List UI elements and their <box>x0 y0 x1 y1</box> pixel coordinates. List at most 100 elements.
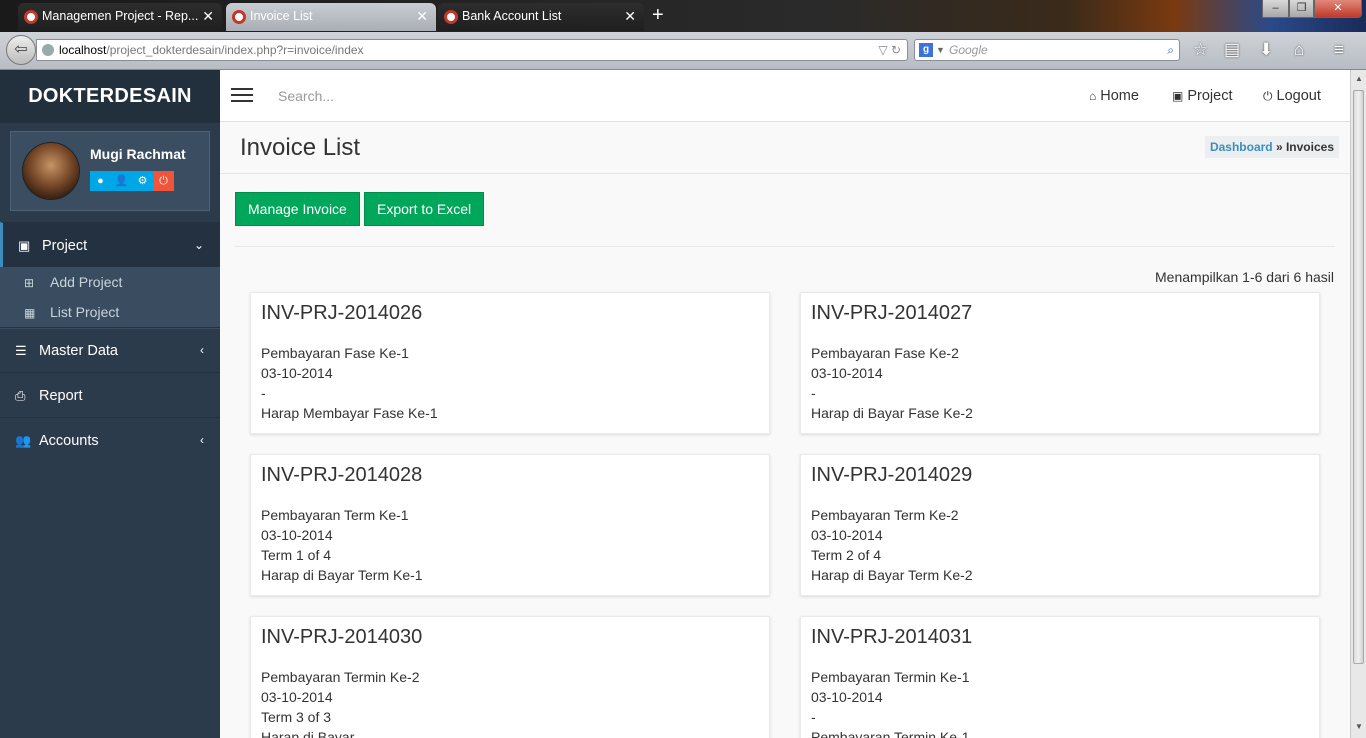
list-icon: ☰ <box>15 343 27 358</box>
sidebar-item-label: Accounts <box>39 433 99 449</box>
scroll-up-icon[interactable]: ▲ <box>1354 74 1364 83</box>
sidebar-item-report[interactable]: ⎙ Report <box>0 372 220 417</box>
tab-favicon-icon <box>24 10 38 24</box>
invoice-date: 03-10-2014 <box>261 689 333 705</box>
close-icon[interactable]: ✕ <box>624 3 636 30</box>
invoice-date: 03-10-2014 <box>261 365 333 381</box>
invoice-term: Term 1 of 4 <box>261 547 332 563</box>
archive-icon: ▣ <box>18 238 31 253</box>
sidebar-item-label: Master Data <box>39 343 118 359</box>
invoice-note: Harap Membayar Fase Ke-1 <box>261 405 438 421</box>
nav-logout-link[interactable]: ⏻ Logout <box>1263 70 1321 122</box>
sidebar-item-label: Report <box>39 388 83 404</box>
invoice-card[interactable]: INV-PRJ-2014030 Pembayaran Termin Ke-2 0… <box>250 616 770 738</box>
invoice-description: Pembayaran Fase Ke-2 <box>811 345 959 361</box>
invoice-code[interactable]: INV-PRJ-2014027 <box>811 301 1309 325</box>
invoice-code[interactable]: INV-PRJ-2014026 <box>261 301 759 325</box>
sidebar-item-accounts[interactable]: 👥 Accounts ‹ <box>0 417 220 462</box>
browser-tab[interactable]: Managemen Project - Rep... ✕ <box>18 3 222 31</box>
browser-tab[interactable]: Bank Account List ✕ <box>438 3 644 31</box>
gear-icon[interactable]: ⚙ <box>132 171 153 191</box>
breadcrumb-dashboard-link[interactable]: Dashboard <box>1210 140 1273 154</box>
menu-icon[interactable]: ≡ <box>1334 40 1344 60</box>
browser-search-bar[interactable]: g ▼ Google ⌕ <box>914 39 1180 61</box>
bookmarks-list-icon[interactable]: ▤ <box>1224 40 1240 60</box>
invoice-note: Harap di Bayar <box>261 729 355 738</box>
window-close-button[interactable]: ✕ <box>1314 0 1362 18</box>
page-scrollbar[interactable]: ▲ ▼ <box>1350 70 1366 738</box>
chevron-left-icon: ‹ <box>200 343 204 357</box>
invoice-code[interactable]: INV-PRJ-2014029 <box>811 463 1309 487</box>
power-icon[interactable]: ⏻ <box>153 171 174 191</box>
chevron-down-icon[interactable]: ▼ <box>936 40 945 60</box>
tab-favicon-icon <box>232 10 246 24</box>
scroll-down-icon[interactable]: ▼ <box>1354 722 1364 731</box>
breadcrumb: Dashboard » Invoices <box>1204 136 1339 158</box>
invoice-date: 03-10-2014 <box>811 365 883 381</box>
new-tab-button[interactable]: + <box>652 4 664 26</box>
app-logo[interactable]: DOKTERDESAIN <box>0 70 220 123</box>
breadcrumb-separator: » <box>1272 140 1286 154</box>
browser-search-placeholder: Google <box>949 43 988 57</box>
close-icon[interactable]: ✕ <box>416 3 428 30</box>
reload-icon[interactable]: ▽ ↻ <box>878 40 901 60</box>
home-icon[interactable]: ⌂ <box>1294 40 1304 60</box>
status-icon[interactable]: ● <box>90 171 111 191</box>
invoice-description: Pembayaran Termin Ke-1 <box>811 669 970 685</box>
close-icon[interactable]: ✕ <box>202 3 214 30</box>
search-icon[interactable]: ⌕ <box>1167 40 1174 60</box>
invoice-code[interactable]: INV-PRJ-2014031 <box>811 625 1309 649</box>
manage-invoice-button[interactable]: Manage Invoice <box>235 192 360 226</box>
breadcrumb-current: Invoices <box>1285 140 1334 154</box>
invoice-date: 03-10-2014 <box>811 527 883 543</box>
nav-project-link[interactable]: ▣ Project <box>1172 70 1232 122</box>
nav-project-label: Project <box>1187 88 1233 104</box>
invoice-card[interactable]: INV-PRJ-2014027 Pembayaran Fase Ke-2 03-… <box>800 292 1320 434</box>
invoice-card[interactable]: INV-PRJ-2014028 Pembayaran Term Ke-1 03-… <box>250 454 770 596</box>
sidebar-item-label: Add Project <box>50 274 123 290</box>
invoice-date: 03-10-2014 <box>261 527 333 543</box>
tab-title: Bank Account List <box>462 9 562 23</box>
address-bar[interactable]: localhost/project_dokterdesain/index.php… <box>36 39 908 61</box>
plus-square-icon: ⊞ <box>24 276 35 290</box>
invoice-code[interactable]: INV-PRJ-2014030 <box>261 625 759 649</box>
user-panel: Mugi Rachmat ● 👤 ⚙ ⏻ <box>10 131 210 211</box>
back-button[interactable]: ⇦ <box>6 35 36 65</box>
search-input[interactable] <box>276 84 576 108</box>
download-icon[interactable]: ⬇ <box>1259 40 1273 60</box>
sidebar-toggle-icon[interactable] <box>231 88 253 103</box>
sidebar-item-master-data[interactable]: ☰ Master Data ‹ <box>0 327 220 372</box>
browser-tab-active[interactable]: Invoice List ✕ <box>226 3 436 31</box>
invoice-description: Pembayaran Term Ke-1 <box>261 507 409 523</box>
invoice-term: - <box>811 709 816 725</box>
avatar <box>22 142 80 200</box>
content-header: Invoice List Dashboard » Invoices <box>220 122 1350 174</box>
users-icon: 👥 <box>15 433 32 448</box>
export-excel-button[interactable]: Export to Excel <box>364 192 485 226</box>
invoice-description: Pembayaran Term Ke-2 <box>811 507 959 523</box>
sidebar-item-project[interactable]: ▣ Project ⌄ <box>0 222 220 267</box>
sidebar-item-label: Project <box>42 238 88 254</box>
invoice-note: Harap di Bayar Term Ke-1 <box>261 567 423 583</box>
invoice-card[interactable]: INV-PRJ-2014031 Pembayaran Termin Ke-1 0… <box>800 616 1320 738</box>
maximize-button[interactable]: ❐ <box>1289 0 1314 18</box>
browser-tab-bar: Managemen Project - Rep... ✕ Invoice Lis… <box>0 0 1366 32</box>
profile-icon[interactable]: 👤 <box>111 171 132 191</box>
invoice-term: - <box>811 385 816 401</box>
invoice-term: Term 2 of 4 <box>811 547 882 563</box>
scrollbar-thumb[interactable] <box>1353 90 1364 664</box>
bookmark-star-icon[interactable]: ☆ <box>1193 40 1208 60</box>
nav-home-link[interactable]: ⌂ Home <box>1089 70 1139 122</box>
invoice-card[interactable]: INV-PRJ-2014026 Pembayaran Fase Ke-1 03-… <box>250 292 770 434</box>
home-icon: ⌂ <box>1089 89 1097 103</box>
invoice-code[interactable]: INV-PRJ-2014028 <box>261 463 759 487</box>
sidebar-item-add-project[interactable]: ⊞ Add Project <box>24 267 122 297</box>
nav-home-label: Home <box>1100 88 1139 104</box>
google-icon[interactable]: g <box>919 43 933 57</box>
invoice-card[interactable]: INV-PRJ-2014029 Pembayaran Term Ke-2 03-… <box>800 454 1320 596</box>
sidebar-item-list-project[interactable]: ▦ List Project <box>24 297 119 327</box>
invoice-note: Pembayaran Termin Ke-1 <box>811 729 970 738</box>
chevron-left-icon: ‹ <box>200 433 204 447</box>
chevron-down-icon: ⌄ <box>193 238 204 252</box>
minimize-button[interactable]: – <box>1262 0 1289 18</box>
